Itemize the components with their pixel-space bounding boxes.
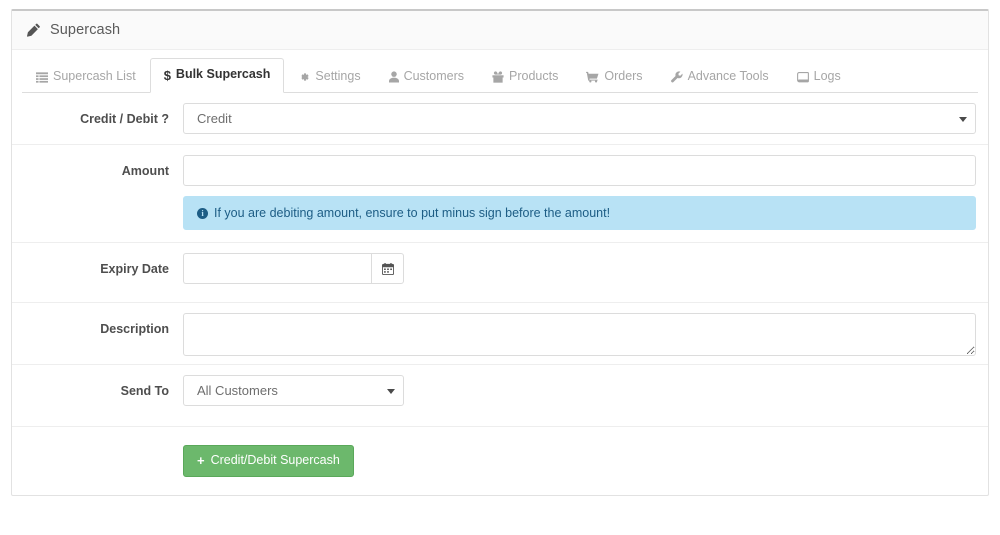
tab-customers-link[interactable]: Customers xyxy=(375,62,478,93)
amount-input[interactable] xyxy=(183,155,976,186)
tab-advance-tools-link[interactable]: Advance Tools xyxy=(657,62,783,93)
tabs-container: Supercash List $ Bulk Supercash Settings… xyxy=(12,50,988,93)
amount-info-alert: i If you are debiting amount, ensure to … xyxy=(183,196,976,230)
send-to-label: Send To xyxy=(120,384,169,398)
tab-label: Supercash List xyxy=(53,69,136,84)
nav-tabs: Supercash List $ Bulk Supercash Settings… xyxy=(22,58,978,93)
tab-products-link[interactable]: Products xyxy=(478,62,572,93)
wrench-icon xyxy=(670,71,683,83)
credit-debit-selected-value: Credit xyxy=(183,103,976,134)
dollar-icon: $ xyxy=(163,67,171,83)
form-row-send-to: Send To All Customers xyxy=(12,365,988,427)
expiry-date-input-group xyxy=(183,253,404,284)
book-icon xyxy=(796,71,809,83)
list-icon xyxy=(36,71,48,83)
gear-icon xyxy=(298,71,310,83)
gift-icon xyxy=(492,71,504,83)
credit-debit-label: Credit / Debit ? xyxy=(80,112,169,126)
tab-label: Settings xyxy=(315,69,361,84)
tab-label: Orders xyxy=(604,69,643,84)
form-row-credit-debit: Credit / Debit ? Credit xyxy=(12,93,988,145)
tab-bulk-supercash-link[interactable]: $ Bulk Supercash xyxy=(149,58,285,93)
form-row-description: Description xyxy=(12,303,988,365)
tab-label: Logs xyxy=(813,69,841,84)
description-textarea[interactable] xyxy=(183,313,976,356)
tab-supercash-list-link[interactable]: Supercash List xyxy=(22,62,150,93)
form-row-expiry-date: Expiry Date xyxy=(12,243,988,303)
credit-debit-select[interactable]: Credit xyxy=(183,103,976,134)
tab-label: Products xyxy=(509,69,559,84)
credit-debit-supercash-button[interactable]: + Credit/Debit Supercash xyxy=(183,445,354,477)
amount-info-alert-text: If you are debiting amount, ensure to pu… xyxy=(214,206,611,220)
user-icon xyxy=(388,71,399,83)
submit-control: + Credit/Debit Supercash xyxy=(183,427,988,477)
info-circle-icon: i xyxy=(197,207,208,219)
tab-settings[interactable]: Settings xyxy=(284,62,374,93)
description-label: Description xyxy=(100,322,169,336)
tab-orders-link[interactable]: Orders xyxy=(572,62,656,93)
tab-products[interactable]: Products xyxy=(478,62,572,93)
send-to-selected-value: All Customers xyxy=(183,375,404,406)
plus-icon: + xyxy=(197,453,205,469)
tab-logs-link[interactable]: Logs xyxy=(783,62,855,93)
calendar-icon[interactable] xyxy=(371,253,404,284)
tab-orders[interactable]: Orders xyxy=(572,62,656,93)
form-row-submit: + Credit/Debit Supercash xyxy=(12,427,988,495)
description-control xyxy=(183,303,988,366)
credit-debit-supercash-button-label: Credit/Debit Supercash xyxy=(210,453,340,467)
pencil-icon xyxy=(26,23,41,37)
form-row-amount: Amount i If you are debiting amount, ens… xyxy=(12,145,988,243)
cart-icon xyxy=(586,71,599,83)
send-to-select[interactable]: All Customers xyxy=(183,375,404,406)
tab-advance-tools[interactable]: Advance Tools xyxy=(657,62,783,93)
tab-label: Bulk Supercash xyxy=(175,67,271,82)
send-to-control: All Customers xyxy=(183,365,988,416)
page-title: Supercash xyxy=(50,22,121,38)
credit-debit-control: Credit xyxy=(183,93,988,144)
supercash-panel: Supercash Supercash List $ Bulk Supercas… xyxy=(11,9,989,496)
amount-control: i If you are debiting amount, ensure to … xyxy=(183,145,988,240)
panel-heading: Supercash xyxy=(12,11,988,50)
tab-label: Advance Tools xyxy=(687,69,769,84)
tab-bulk-supercash[interactable]: $ Bulk Supercash xyxy=(149,58,285,93)
bulk-supercash-form: Credit / Debit ? Credit Amount i If you … xyxy=(12,93,988,495)
tab-supercash-list[interactable]: Supercash List xyxy=(22,62,150,93)
expiry-date-control xyxy=(183,243,988,294)
tab-settings-link[interactable]: Settings xyxy=(284,62,374,93)
tab-label: Customers xyxy=(403,69,465,84)
expiry-date-label: Expiry Date xyxy=(100,262,169,276)
tab-logs[interactable]: Logs xyxy=(783,62,855,93)
amount-label: Amount xyxy=(121,164,169,178)
tab-customers[interactable]: Customers xyxy=(375,62,478,93)
expiry-date-input[interactable] xyxy=(183,253,371,284)
